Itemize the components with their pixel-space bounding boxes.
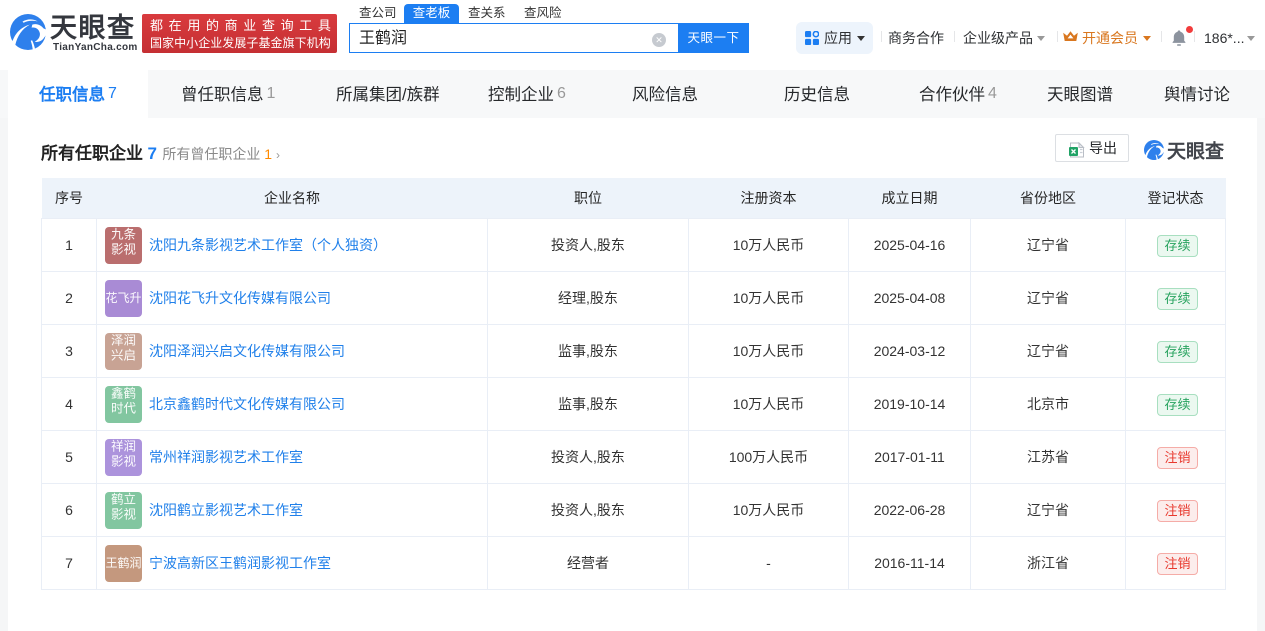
svg-text:天眼查: 天眼查 [1167,140,1225,162]
